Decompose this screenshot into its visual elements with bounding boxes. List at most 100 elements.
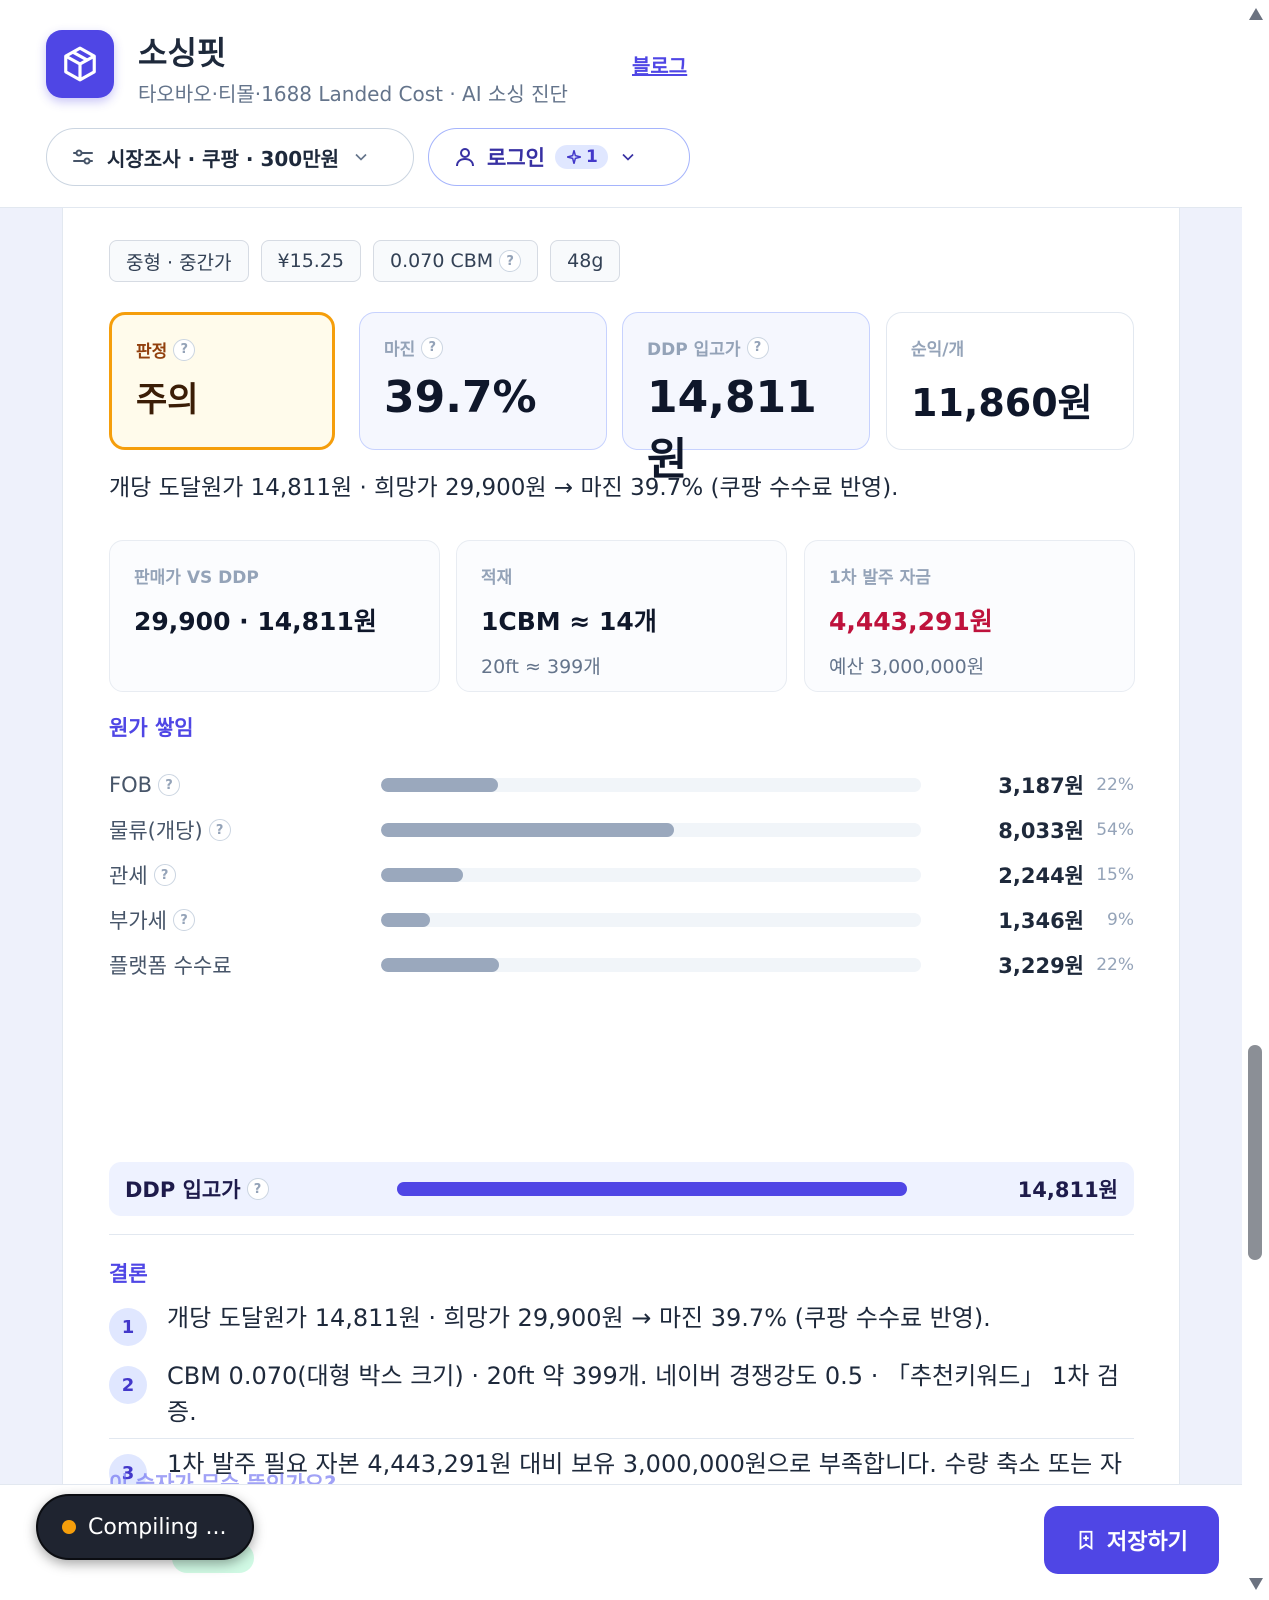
- margin-label: 마진: [384, 340, 416, 360]
- cost-row-bar: [381, 958, 499, 972]
- verdict-card: 판정? 주의: [109, 312, 335, 450]
- help-icon[interactable]: ?: [172, 909, 195, 931]
- cost-row-amount: 3,187원: [998, 774, 1084, 798]
- total-label: DDP 입고가: [125, 1178, 241, 1202]
- result-card: 중형 · 중간가 ¥15.25 0.070 CBM? 48g 판정? 주의 마진…: [62, 150, 1180, 1550]
- box-icon: [64, 46, 96, 82]
- brand-logo[interactable]: [46, 30, 114, 98]
- cost-row-label: 물류(개당)?: [109, 815, 381, 845]
- scrollbar-thumb[interactable]: [1248, 1045, 1262, 1260]
- credit-count: 1: [585, 147, 598, 167]
- tag-cbm: 0.070 CBM?: [373, 240, 539, 282]
- cost-row-track: [381, 958, 921, 972]
- status-dot-icon: [62, 1520, 76, 1534]
- help-icon[interactable]: ?: [158, 774, 181, 796]
- cost-row: FOB? 3,187원 22%: [109, 768, 1134, 802]
- sparkle-icon: [567, 150, 581, 164]
- scroll-up-icon[interactable]: [1249, 8, 1263, 20]
- cost-row-label-text: FOB: [109, 773, 153, 797]
- conclusion-text: 개당 도달원가 14,811원 · 희망가 29,900원 → 마진 39.7%…: [167, 1304, 991, 1332]
- cost-row-label: 플랫폼 수수료: [109, 950, 381, 980]
- cost-row-label: 관세?: [109, 860, 381, 890]
- tag-weight: 48g: [550, 240, 621, 282]
- total-bar: [397, 1182, 907, 1196]
- cost-row-percent: 15%: [1096, 865, 1134, 885]
- verdict-label: 판정: [136, 342, 168, 362]
- sliders-icon: [73, 149, 93, 165]
- box-sub: 예산 3,000,000원: [829, 656, 985, 678]
- brand-subtitle: 타오바오·티몰·1688 Landed Cost · AI 소싱 진단: [138, 82, 568, 106]
- cost-row-track: [381, 778, 921, 792]
- loading-box: 적재 1CBM ≈ 14개 20ft ≈ 399개: [456, 540, 787, 692]
- cost-row-percent: 22%: [1096, 955, 1134, 975]
- scroll-down-icon[interactable]: [1249, 1578, 1263, 1590]
- ddp-label: DDP 입고가: [647, 340, 741, 360]
- profit-label: 순익/개: [911, 340, 965, 360]
- box-value: 4,443,291원: [829, 607, 993, 636]
- margin-value: 39.7%: [384, 372, 537, 423]
- help-icon[interactable]: ?: [499, 250, 522, 272]
- box-label: 적재: [481, 568, 513, 588]
- total-amount: 14,811원: [1017, 1178, 1118, 1202]
- cost-row-track: [381, 868, 921, 882]
- cost-row-label-text: 플랫폼 수수료: [109, 954, 232, 978]
- cost-row: 플랫폼 수수료 3,229원 22%: [109, 948, 1134, 982]
- profit-value: 11,860원: [911, 381, 1093, 425]
- ddp-card: DDP 입고가? 14,811원: [622, 312, 870, 485]
- conclusion-item: 2 CBM 0.070(대형 박스 크기) · 20ft 약 399개. 네이버…: [109, 1358, 1139, 1430]
- verdict-value: 주의: [136, 380, 199, 420]
- chevron-down-icon: [622, 153, 634, 161]
- user-icon: [456, 148, 474, 167]
- price-vs-ddp-box: 판매가 VS DDP 29,900 · 14,811원: [109, 540, 440, 692]
- help-icon[interactable]: ?: [246, 1178, 269, 1200]
- cost-row-amount: 1,346원: [998, 909, 1084, 933]
- cost-row-bar: [381, 913, 431, 927]
- cost-row: 관세? 2,244원 15%: [109, 858, 1134, 892]
- cost-row-track: [381, 823, 921, 837]
- login-label: 로그인: [487, 146, 545, 170]
- app-header: 소싱핏 타오바오·티몰·1688 Landed Cost · AI 소싱 진단 …: [0, 0, 1242, 208]
- cost-row-percent: 9%: [1107, 910, 1134, 930]
- divider: [109, 1234, 1134, 1235]
- bookmark-plus-icon: [1079, 1530, 1093, 1550]
- step-number: 2: [109, 1366, 147, 1404]
- cost-row-amount: 2,244원: [998, 864, 1084, 888]
- box-sub: 20ft ≈ 399개: [481, 656, 601, 678]
- cost-row-label: FOB?: [109, 773, 381, 797]
- cost-row-label-text: 부가세: [109, 909, 167, 933]
- box-label: 1차 발주 자금: [829, 568, 931, 588]
- help-icon[interactable]: ?: [173, 338, 196, 361]
- help-icon[interactable]: ?: [208, 819, 231, 841]
- help-icon[interactable]: ?: [746, 336, 769, 359]
- blog-link[interactable]: 블로그: [632, 50, 687, 79]
- conclusion-item: 1 개당 도달원가 14,811원 · 희망가 29,900원 → 마진 39.…: [109, 1300, 1139, 1346]
- margin-card: 마진? 39.7%: [359, 312, 607, 450]
- box-label: 판매가 VS DDP: [134, 568, 259, 588]
- tag-size-price: 중형 · 중간가: [109, 240, 249, 282]
- cost-row-label-text: 물류(개당): [109, 819, 203, 843]
- help-icon[interactable]: ?: [153, 864, 176, 886]
- cost-row-label: 부가세?: [109, 905, 381, 935]
- market-selector[interactable]: 시장조사 · 쿠팡 · 300만원: [46, 128, 414, 186]
- compiling-toast: Compiling ...: [36, 1494, 254, 1560]
- save-button-label: 저장하기: [1107, 1530, 1188, 1555]
- scrollbar[interactable]: [1242, 0, 1269, 1600]
- step-number: 1: [109, 1308, 147, 1346]
- save-button[interactable]: 저장하기: [1044, 1506, 1219, 1574]
- market-selector-label: 시장조사 · 쿠팡 · 300만원: [107, 146, 339, 171]
- credit-badge: 1: [554, 145, 608, 169]
- cost-row-percent: 22%: [1096, 775, 1134, 795]
- login-button[interactable]: 로그인 1: [428, 128, 690, 186]
- cost-stack-total: DDP 입고가? 14,811원: [109, 1162, 1134, 1216]
- toast-text: Compiling ...: [88, 1514, 227, 1540]
- cost-row-bar: [381, 868, 464, 882]
- cost-row-track: [381, 913, 921, 927]
- summary-text: 개당 도달원가 14,811원 · 희망가 29,900원 → 마진 39.7%…: [109, 475, 899, 501]
- chevron-down-icon: [355, 153, 367, 161]
- cost-row: 부가세? 1,346원 9%: [109, 903, 1134, 937]
- cost-row-amount: 8,033원: [998, 819, 1084, 843]
- help-icon[interactable]: ?: [421, 336, 444, 359]
- cost-row-bar: [381, 823, 675, 837]
- conclusion-text: CBM 0.070(대형 박스 크기) · 20ft 약 399개. 네이버 경…: [167, 1362, 1120, 1426]
- cost-stack-title: 원가 쌓임: [109, 716, 194, 740]
